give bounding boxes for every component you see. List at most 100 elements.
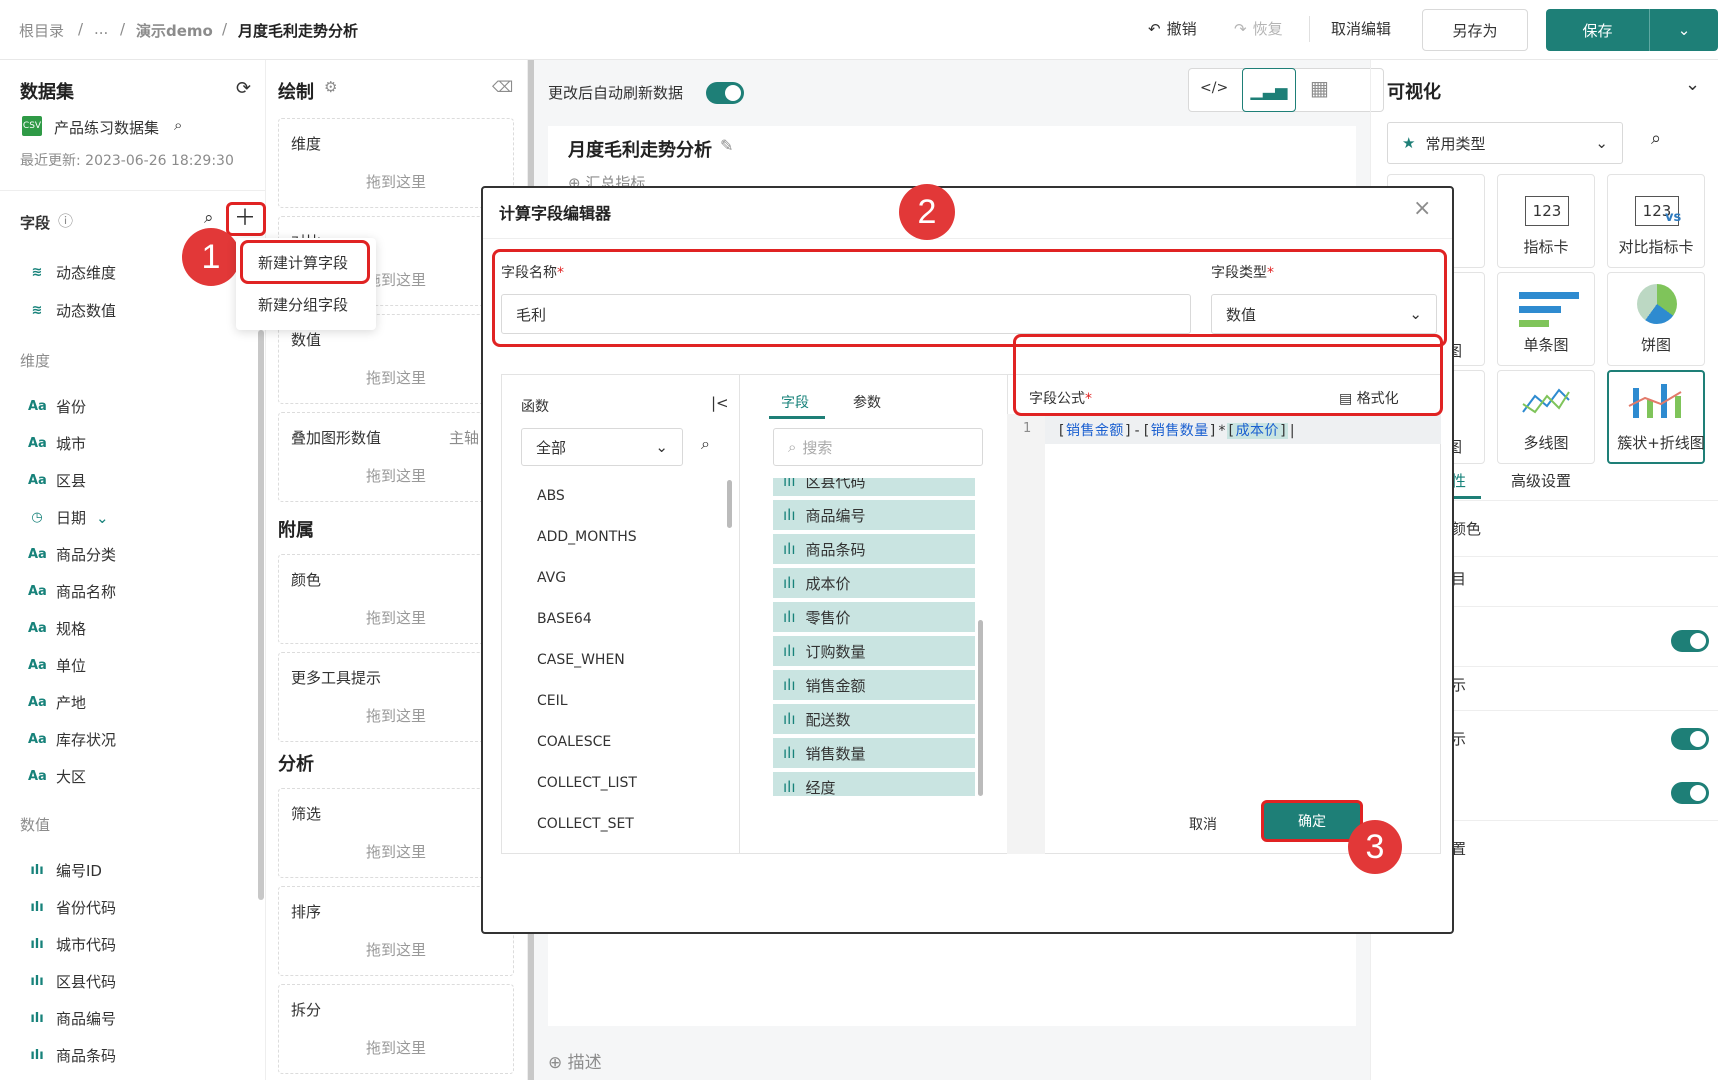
- field-chip[interactable]: ılı 商品编号: [773, 500, 975, 530]
- setting-toggle[interactable]: [1671, 782, 1709, 804]
- switch-dataset-icon[interactable]: ⟳: [236, 78, 251, 99]
- chart-title[interactable]: 月度毛利走势分析: [568, 136, 712, 162]
- collapse-left-icon[interactable]: |<: [711, 394, 729, 412]
- field-measure[interactable]: ılı 城市代码: [28, 934, 116, 955]
- text-type-icon: Aa: [28, 436, 47, 451]
- field-dimension[interactable]: Aa 城市: [28, 433, 86, 454]
- slot-filter[interactable]: 筛选 拖到这里: [278, 788, 514, 878]
- field-chip[interactable]: ılı 销售金额: [773, 670, 975, 700]
- tab-fields[interactable]: 字段: [781, 392, 809, 412]
- field-measure[interactable]: ılı 区县代码: [28, 971, 116, 992]
- field-dimension[interactable]: Aa 单位: [28, 655, 86, 676]
- menu-new-calc-field[interactable]: 新建计算字段: [258, 252, 348, 273]
- breadcrumb-root[interactable]: 根目录: [19, 20, 64, 41]
- function-item[interactable]: COLLECT_LIST: [537, 775, 637, 791]
- field-measure[interactable]: ılı 省份代码: [28, 897, 116, 918]
- collapse-icon[interactable]: ⌄: [1685, 74, 1700, 95]
- field-dimension[interactable]: ◷ 日期 ⌄: [28, 507, 108, 528]
- field-chip[interactable]: ılı 配送数: [773, 704, 975, 734]
- redo-button[interactable]: ↷ 恢复: [1234, 18, 1283, 39]
- settings-icon[interactable]: ⚙: [324, 78, 337, 96]
- attach-title: 附属: [278, 520, 314, 541]
- undo-button[interactable]: ↶ 撤销: [1148, 18, 1197, 39]
- slot-dimension[interactable]: 维度 拖到这里: [278, 118, 514, 208]
- function-category-select[interactable]: 全部 ⌄: [521, 428, 683, 466]
- setting-toggle[interactable]: [1671, 630, 1709, 652]
- scrollbar[interactable]: [258, 330, 264, 900]
- slot-color[interactable]: 颜色 拖到这里: [278, 554, 514, 644]
- save-button[interactable]: 保存: [1546, 20, 1649, 41]
- close-icon[interactable]: ×: [1413, 196, 1431, 221]
- slot-tooltip[interactable]: 更多工具提示 拖到这里: [278, 652, 514, 742]
- field-dynamic-dimension[interactable]: ≋ 动态维度: [28, 262, 116, 283]
- slot-overlay-measure[interactable]: 叠加图形数值 主轴 拖到这里: [278, 412, 514, 502]
- eraser-icon[interactable]: ⌫: [492, 78, 513, 96]
- field-chip[interactable]: ılı 订购数量: [773, 636, 975, 666]
- field-dimension[interactable]: Aa 区县: [28, 470, 86, 491]
- auto-refresh-toggle[interactable]: [706, 82, 744, 104]
- slot-split[interactable]: 拆分 拖到这里: [278, 984, 514, 1074]
- search-icon[interactable]: ⌕: [204, 208, 214, 228]
- field-measure[interactable]: ılı 商品条码: [28, 1045, 116, 1066]
- tab-advanced[interactable]: 高级设置: [1511, 470, 1571, 491]
- field-dynamic-measure[interactable]: ≋ 动态数值: [28, 300, 116, 321]
- scrollbar[interactable]: [727, 480, 732, 528]
- confirm-button[interactable]: 确定: [1261, 800, 1363, 842]
- info-icon[interactable]: ⓘ: [58, 210, 73, 231]
- search-icon[interactable]: ⌕: [1651, 128, 1661, 149]
- field-chip[interactable]: ılı 销售数量: [773, 738, 975, 768]
- scrollbar[interactable]: [978, 620, 983, 796]
- breadcrumb-ellipsis[interactable]: ...: [94, 20, 108, 38]
- dataset-name[interactable]: 产品练习数据集: [54, 117, 159, 138]
- search-icon[interactable]: ⌕: [701, 434, 710, 454]
- tab-params[interactable]: 参数: [853, 392, 881, 412]
- field-dimension[interactable]: Aa 省份: [28, 396, 86, 417]
- field-chip[interactable]: ılı 区县代码: [773, 478, 975, 496]
- edit-icon[interactable]: ✎: [720, 136, 733, 155]
- function-item[interactable]: COALESCE: [537, 734, 611, 750]
- save-as-button[interactable]: 另存为: [1422, 9, 1528, 51]
- field-search-input[interactable]: ⌕ 搜索: [773, 428, 983, 466]
- function-item[interactable]: AVG: [537, 570, 566, 586]
- function-item[interactable]: ABS: [537, 488, 565, 504]
- chart-label-multiline: 多线图: [1523, 434, 1569, 452]
- function-item[interactable]: COLLECT_SET: [537, 816, 634, 832]
- slot-sort[interactable]: 排序 拖到这里: [278, 886, 514, 976]
- code-icon[interactable]: </>: [1200, 80, 1228, 96]
- chevron-down-icon: ⌄: [1409, 305, 1422, 323]
- function-item[interactable]: ADD_MONTHS: [537, 529, 637, 545]
- table-view-icon[interactable]: ▦: [1310, 76, 1329, 100]
- field-name-input[interactable]: 毛利: [501, 294, 1191, 334]
- setting-color[interactable]: 颜色: [1451, 518, 1481, 539]
- field-chip[interactable]: ılı 经度: [773, 772, 975, 796]
- field-chip[interactable]: ılı 零售价: [773, 602, 975, 632]
- save-dropdown-icon[interactable]: ⌄: [1650, 21, 1718, 39]
- cancel-button[interactable]: 取消: [1189, 814, 1217, 834]
- field-dimension[interactable]: Aa 规格: [28, 618, 86, 639]
- formula-editor[interactable]: [销售金额]-[销售数量]*[成本价]|: [1057, 420, 1297, 440]
- field-chip[interactable]: ılı 成本价: [773, 568, 975, 598]
- field-dimension[interactable]: Aa 库存状况: [28, 729, 116, 750]
- field-dimension[interactable]: Aa 产地: [28, 692, 86, 713]
- cancel-edit-button[interactable]: 取消编辑: [1331, 18, 1391, 39]
- field-dimension[interactable]: Aa 商品名称: [28, 581, 116, 602]
- field-measure[interactable]: ılı 编号ID: [28, 860, 102, 881]
- menu-new-group-field[interactable]: 新建分组字段: [258, 294, 348, 315]
- field-measure[interactable]: ılı 商品编号: [28, 1008, 116, 1029]
- field-dimension[interactable]: Aa 大区: [28, 766, 86, 787]
- chart-type-select[interactable]: ★ 常用类型 ⌄: [1387, 122, 1623, 164]
- add-field-button[interactable]: ＋: [234, 200, 256, 232]
- function-item[interactable]: CEIL: [537, 693, 568, 709]
- breadcrumb-project[interactable]: 演示demo: [136, 20, 213, 41]
- preview-icon[interactable]: ⌕: [174, 116, 182, 134]
- bar-icon: [1519, 292, 1579, 299]
- setting-toggle[interactable]: [1671, 728, 1709, 750]
- function-item[interactable]: BASE64: [537, 611, 592, 627]
- function-item[interactable]: CASE_WHEN: [537, 652, 625, 668]
- chart-view-icon[interactable]: ▁▃▅: [1242, 68, 1296, 112]
- field-dimension[interactable]: Aa 商品分类: [28, 544, 116, 565]
- add-description[interactable]: ⊕ 描述: [548, 1048, 602, 1073]
- field-type-select[interactable]: 数值 ⌄: [1211, 294, 1437, 334]
- measure-icon: ılı: [30, 900, 44, 915]
- field-chip[interactable]: ılı 商品条码: [773, 534, 975, 564]
